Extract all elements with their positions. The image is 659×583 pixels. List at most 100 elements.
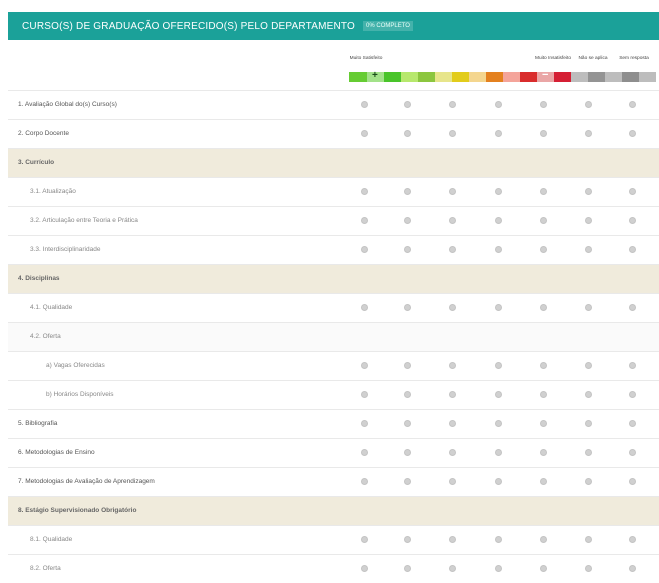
rating-radio-option-2[interactable] (404, 188, 411, 195)
rating-radio-option-1[interactable] (361, 478, 368, 485)
rating-radio-option-6[interactable] (585, 246, 592, 253)
rating-radio-option-2[interactable] (404, 449, 411, 456)
rating-radio-option-3[interactable] (449, 391, 456, 398)
rating-radio-option-6[interactable] (585, 536, 592, 543)
rating-radio-option-1[interactable] (361, 246, 368, 253)
rating-radio-option-7[interactable] (629, 217, 636, 224)
rating-radio-option-4[interactable] (495, 217, 502, 224)
scale-segment (468, 72, 486, 82)
rating-radio-option-7[interactable] (629, 391, 636, 398)
rating-radio-option-2[interactable] (404, 101, 411, 108)
rating-radio-option-7[interactable] (629, 246, 636, 253)
question-label: 6. Metodologias de Ensino (18, 449, 95, 456)
rating-radio-option-7[interactable] (629, 188, 636, 195)
rating-radio-option-1[interactable] (361, 188, 368, 195)
rating-radio-option-1[interactable] (361, 536, 368, 543)
rating-radio-option-5[interactable] (540, 391, 547, 398)
rating-radio-option-1[interactable] (361, 362, 368, 369)
rating-radio-option-7[interactable] (629, 304, 636, 311)
rating-radio-option-2[interactable] (404, 478, 411, 485)
rating-radio-option-4[interactable] (495, 536, 502, 543)
rating-radio-option-5[interactable] (540, 449, 547, 456)
scale-segment (587, 72, 605, 82)
rating-radio-option-4[interactable] (495, 101, 502, 108)
rating-radio-option-4[interactable] (495, 391, 502, 398)
rating-radio-option-7[interactable] (629, 420, 636, 427)
rating-radio-option-6[interactable] (585, 449, 592, 456)
question-row: 4.2. Oferta (8, 322, 659, 351)
rating-radio-option-4[interactable] (495, 246, 502, 253)
question-label: 5. Bibliografia (18, 420, 58, 427)
question-label: 4.2. Oferta (30, 333, 61, 340)
label-muito-satisfeito: Muito Satisfeito (349, 56, 383, 61)
rating-radio-option-2[interactable] (404, 130, 411, 137)
rating-radio-option-3[interactable] (449, 420, 456, 427)
rating-radio-option-4[interactable] (495, 478, 502, 485)
rating-radio-option-3[interactable] (449, 217, 456, 224)
rating-radio-option-3[interactable] (449, 304, 456, 311)
rating-radio-option-5[interactable] (540, 217, 547, 224)
rating-radio-option-1[interactable] (361, 304, 368, 311)
rating-radio-option-7[interactable] (629, 536, 636, 543)
rating-radio-option-5[interactable] (540, 304, 547, 311)
rating-radio-option-3[interactable] (449, 130, 456, 137)
rating-radio-option-1[interactable] (361, 101, 368, 108)
rating-radio-option-4[interactable] (495, 188, 502, 195)
rating-radio-option-3[interactable] (449, 449, 456, 456)
rating-radio-option-6[interactable] (585, 304, 592, 311)
question-row: b) Horários Disponíveis (8, 380, 659, 409)
rating-radio-option-6[interactable] (585, 130, 592, 137)
rating-radio-option-2[interactable] (404, 217, 411, 224)
rating-radio-option-5[interactable] (540, 188, 547, 195)
rating-radio-option-3[interactable] (449, 188, 456, 195)
rating-radio-option-2[interactable] (404, 536, 411, 543)
rating-radio-option-5[interactable] (540, 362, 547, 369)
rating-radio-option-3[interactable] (449, 246, 456, 253)
rating-radio-option-5[interactable] (540, 101, 547, 108)
rating-radio-option-2[interactable] (404, 391, 411, 398)
rating-radio-option-1[interactable] (361, 449, 368, 456)
rating-radio-option-6[interactable] (585, 101, 592, 108)
rating-radio-option-5[interactable] (540, 536, 547, 543)
rating-radio-option-5[interactable] (540, 478, 547, 485)
rating-radio-option-3[interactable] (449, 478, 456, 485)
rating-radio-option-4[interactable] (495, 304, 502, 311)
rating-radio-option-6[interactable] (585, 478, 592, 485)
rating-radio-option-6[interactable] (585, 217, 592, 224)
rating-radio-option-6[interactable] (585, 420, 592, 427)
scale-segment (570, 72, 588, 82)
scale-segment (621, 72, 639, 82)
rating-radio-option-7[interactable] (629, 449, 636, 456)
rating-radio-option-2[interactable] (404, 304, 411, 311)
rating-radio-option-4[interactable] (495, 130, 502, 137)
question-label: 1. Avaliação Global do(s) Curso(s) (18, 101, 117, 108)
rating-radio-option-4[interactable] (495, 449, 502, 456)
rating-radio-option-7[interactable] (629, 101, 636, 108)
rating-radio-option-3[interactable] (449, 536, 456, 543)
rating-radio-option-2[interactable] (404, 246, 411, 253)
rating-radio-option-7[interactable] (629, 362, 636, 369)
rating-radio-option-4[interactable] (495, 362, 502, 369)
rating-radio-option-7[interactable] (629, 130, 636, 137)
rating-radio-option-1[interactable] (361, 217, 368, 224)
rating-radio-option-2[interactable] (404, 362, 411, 369)
rating-radio-option-1[interactable] (361, 420, 368, 427)
rating-radio-option-3[interactable] (449, 362, 456, 369)
rating-radio-option-5[interactable] (540, 246, 547, 253)
section-title: Curso(s) de Graduação Oferecido(s) pelo … (22, 20, 356, 32)
rating-radio-option-6[interactable] (585, 362, 592, 369)
scale-segment (604, 72, 622, 82)
question-row: 3.2. Articulação entre Teoria e Prática (8, 206, 659, 235)
rating-radio-option-1[interactable] (361, 391, 368, 398)
rating-radio-option-6[interactable] (585, 188, 592, 195)
rating-radio-option-6[interactable] (585, 391, 592, 398)
scale-segment (451, 72, 469, 82)
rating-radio-option-2[interactable] (404, 420, 411, 427)
rating-radio-option-7[interactable] (629, 478, 636, 485)
rating-radio-option-4[interactable] (495, 420, 502, 427)
rating-radio-option-1[interactable] (361, 130, 368, 137)
rating-radio-option-5[interactable] (540, 420, 547, 427)
question-label: 8.1. Qualidade (30, 536, 73, 543)
rating-radio-option-5[interactable] (540, 130, 547, 137)
rating-radio-option-3[interactable] (449, 101, 456, 108)
